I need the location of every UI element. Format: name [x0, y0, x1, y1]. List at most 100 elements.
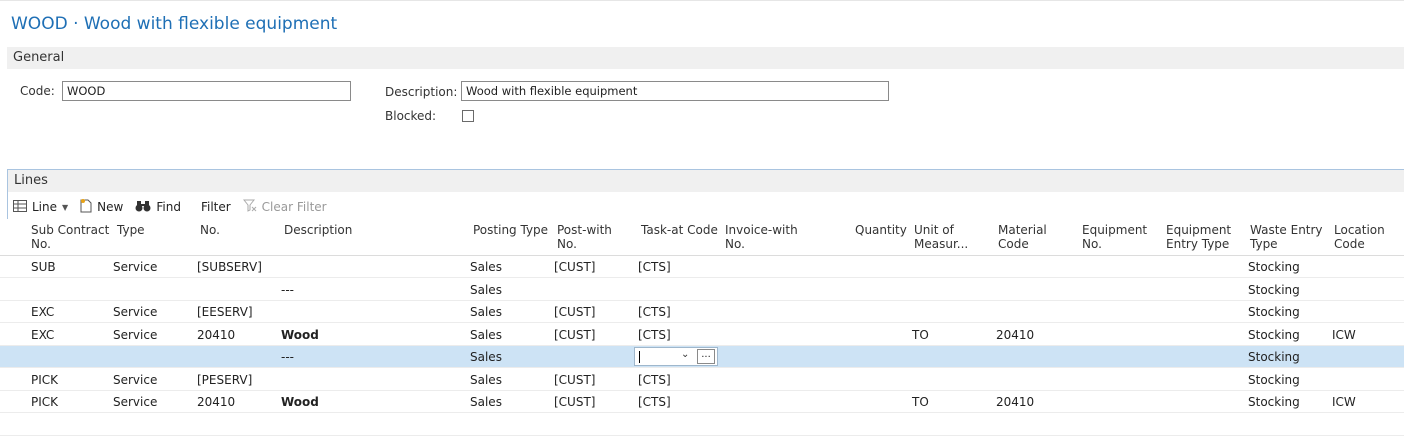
- cell-material-code[interactable]: 20410: [996, 395, 1034, 409]
- cell-task-at-code[interactable]: [CTS]: [638, 260, 671, 274]
- column-header-line: Type: [117, 223, 145, 237]
- column-header-line: No.: [725, 237, 745, 251]
- cell-sub-contract[interactable]: EXC: [31, 328, 54, 342]
- cell-type[interactable]: Service: [113, 328, 157, 342]
- cell-description[interactable]: ---: [281, 283, 294, 297]
- find-button[interactable]: Find: [135, 200, 181, 215]
- line-menu-button[interactable]: Line ▼: [13, 199, 68, 215]
- column-header-posting-type[interactable]: Posting Type: [473, 223, 548, 237]
- table-row[interactable]: EXC Service [EESERV] Sales [CUST] [CTS] Stocki…: [0, 301, 1404, 323]
- cell-post-with-no[interactable]: [CUST]: [554, 328, 595, 342]
- column-header-quantity[interactable]: Quantity: [855, 223, 907, 237]
- code-field[interactable]: WOOD: [62, 81, 351, 101]
- cell-posting-type[interactable]: Sales: [470, 260, 502, 274]
- column-header-type[interactable]: Type: [117, 223, 145, 237]
- column-header-description[interactable]: Description: [284, 223, 352, 237]
- cell-posting-type[interactable]: Sales: [470, 373, 502, 387]
- table-row[interactable]: EXC Service 20410 Wood Sales [CUST] [CTS] TO 204…: [0, 324, 1404, 346]
- cell-posting-type[interactable]: Sales: [470, 350, 502, 364]
- cell-material-code[interactable]: 20410: [996, 328, 1034, 342]
- code-label: Code:: [20, 84, 55, 98]
- cell-no[interactable]: 20410: [197, 395, 235, 409]
- column-header-equipment-no[interactable]: Equipment No.: [1082, 223, 1147, 251]
- table-row[interactable]: SUB Service [SUBSERV] Sales [CUST] [CTS] Stock…: [0, 256, 1404, 278]
- column-header-invoice-with-no[interactable]: Invoice-with No.: [725, 223, 798, 251]
- ellipsis-icon[interactable]: ...: [697, 349, 715, 364]
- cell-waste-entry-type[interactable]: Stocking: [1248, 328, 1300, 342]
- cell-unit-of-measure[interactable]: TO: [912, 395, 929, 409]
- clear-filter-button[interactable]: Clear Filter: [242, 199, 327, 215]
- table-row[interactable]: PICK Service [PESERV] Sales [CUST] [CTS] Stock…: [0, 369, 1404, 391]
- cell-task-at-code[interactable]: [CTS]: [638, 328, 671, 342]
- task-at-code-editor[interactable]: ⌄...: [634, 347, 718, 366]
- cell-description[interactable]: Wood: [281, 395, 319, 409]
- lines-section-header[interactable]: Lines: [8, 170, 1404, 192]
- cell-task-at-code[interactable]: [CTS]: [638, 373, 671, 387]
- cell-sub-contract[interactable]: SUB: [31, 260, 56, 274]
- cell-location-code[interactable]: ICW: [1332, 328, 1356, 342]
- cell-location-code[interactable]: ICW: [1332, 395, 1356, 409]
- cell-waste-entry-type[interactable]: Stocking: [1248, 305, 1300, 319]
- page-title: WOOD · Wood with flexible equipment: [11, 14, 338, 34]
- column-header-location-code[interactable]: Location Code: [1334, 223, 1385, 251]
- text-caret: [639, 351, 640, 363]
- cell-waste-entry-type[interactable]: Stocking: [1248, 373, 1300, 387]
- column-header-post-with-no[interactable]: Post-with No.: [557, 223, 612, 251]
- table-row[interactable]: PICK Service 20410 Wood Sales [CUST] [CTS] TO 20…: [0, 391, 1404, 413]
- cell-posting-type[interactable]: Sales: [470, 283, 502, 297]
- cell-post-with-no[interactable]: [CUST]: [554, 373, 595, 387]
- cell-waste-entry-type[interactable]: Stocking: [1248, 395, 1300, 409]
- cell-sub-contract[interactable]: PICK: [31, 373, 58, 387]
- cell-sub-contract[interactable]: EXC: [31, 305, 54, 319]
- chevron-down-icon[interactable]: ⌄: [681, 349, 689, 360]
- filter-button[interactable]: Filter: [201, 200, 231, 214]
- cell-posting-type[interactable]: Sales: [470, 328, 502, 342]
- column-header-material-code[interactable]: Material Code: [998, 223, 1047, 251]
- column-header-line: Measur...: [914, 237, 969, 251]
- cell-no[interactable]: [SUBSERV]: [197, 260, 262, 274]
- cell-unit-of-measure[interactable]: TO: [912, 328, 929, 342]
- cell-type[interactable]: Service: [113, 395, 157, 409]
- column-header-sub-contract[interactable]: Sub Contract No.: [31, 223, 109, 251]
- general-section-header[interactable]: General: [7, 47, 1404, 69]
- cell-description[interactable]: ---: [281, 350, 294, 364]
- cell-waste-entry-type[interactable]: Stocking: [1248, 350, 1300, 364]
- find-button-label: Find: [156, 200, 181, 214]
- cell-no[interactable]: [PESERV]: [197, 373, 252, 387]
- cell-type[interactable]: Service: [113, 373, 157, 387]
- cell-post-with-no[interactable]: [CUST]: [554, 260, 595, 274]
- cell-type[interactable]: Service: [113, 305, 157, 319]
- cell-post-with-no[interactable]: [CUST]: [554, 395, 595, 409]
- cell-task-at-code[interactable]: [CTS]: [638, 395, 671, 409]
- column-header-unit-of-measure[interactable]: Unit of Measur...: [914, 223, 968, 251]
- column-header-line: Equipment: [1082, 223, 1148, 237]
- description-label: Description:: [385, 85, 458, 99]
- cell-post-with-no[interactable]: [CUST]: [554, 305, 595, 319]
- cell-posting-type[interactable]: Sales: [470, 305, 502, 319]
- description-field[interactable]: Wood with flexible equipment: [461, 81, 889, 101]
- column-header-line: No.: [557, 237, 577, 251]
- cell-type[interactable]: Service: [113, 260, 157, 274]
- column-header-line: Code: [1334, 237, 1365, 251]
- cell-description[interactable]: Wood: [281, 328, 319, 342]
- cell-sub-contract[interactable]: PICK: [31, 395, 58, 409]
- cell-waste-entry-type[interactable]: Stocking: [1248, 283, 1300, 297]
- column-header-no[interactable]: No.: [200, 223, 220, 237]
- filter-button-label: Filter: [200, 200, 231, 214]
- cell-no[interactable]: [EESERV]: [197, 305, 253, 319]
- table-row[interactable]: --- Sales Stocking: [0, 279, 1404, 301]
- column-header-task-at-code[interactable]: Task-at Code: [641, 223, 718, 237]
- new-document-icon: [80, 198, 92, 216]
- column-header-equipment-entry-type[interactable]: Equipment Entry Type: [1166, 223, 1231, 251]
- blocked-label: Blocked:: [385, 109, 437, 123]
- new-button[interactable]: New: [80, 198, 123, 216]
- blocked-checkbox[interactable]: [462, 110, 474, 122]
- column-header-line: Sub Contract: [31, 223, 110, 237]
- cell-posting-type[interactable]: Sales: [470, 395, 502, 409]
- cell-waste-entry-type[interactable]: Stocking: [1248, 260, 1300, 274]
- table-row[interactable]: --- Sales Stocking ⌄...: [0, 346, 1404, 368]
- cell-task-at-code[interactable]: [CTS]: [638, 305, 671, 319]
- column-header-waste-entry-type[interactable]: Waste Entry Type: [1250, 223, 1323, 251]
- cell-no[interactable]: 20410: [197, 328, 235, 342]
- binoculars-icon: [135, 200, 151, 215]
